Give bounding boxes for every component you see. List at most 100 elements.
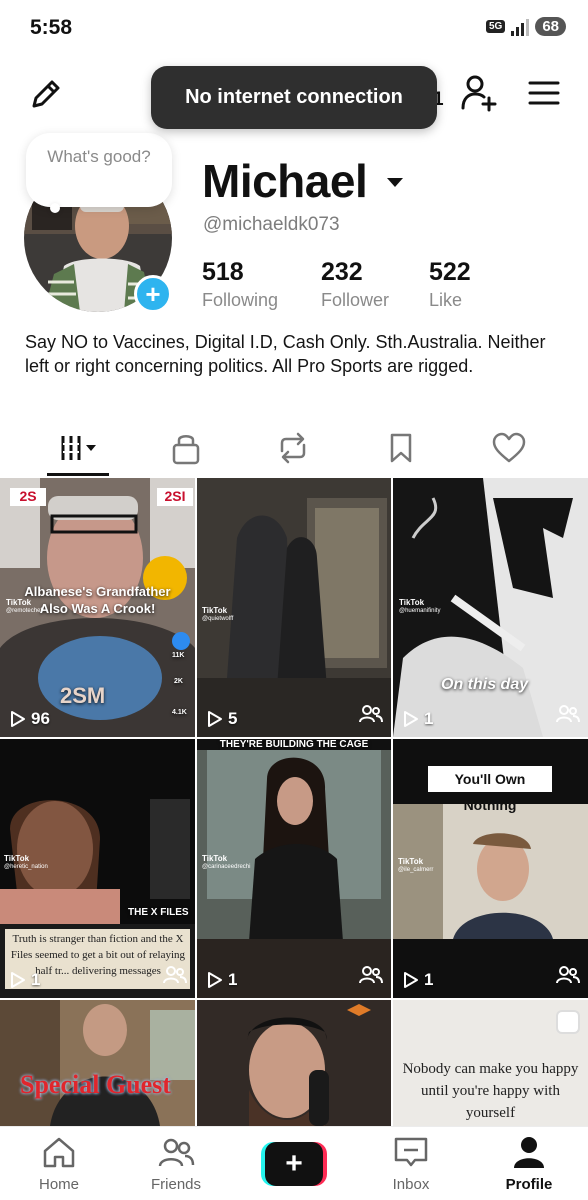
view-count: 1 <box>206 970 237 990</box>
following-stat[interactable]: 518 Following <box>202 258 278 311</box>
overlay-likes: 11K <box>172 652 185 659</box>
video-caption: You'll Own Nothing <box>428 766 552 813</box>
follower-count: 232 <box>321 258 363 286</box>
signal-icon <box>511 18 530 36</box>
channel-badge-right: 2SI <box>157 488 193 506</box>
tiktok-watermark: TikTok @ile_calmerr <box>398 857 434 873</box>
collab-icon <box>556 965 580 990</box>
note-bubble-tail <box>50 203 60 213</box>
nav-friends[interactable]: Friends <box>131 1135 221 1193</box>
repost-icon <box>280 432 306 464</box>
tab-videos[interactable] <box>53 428 103 468</box>
like-count: 522 <box>429 258 471 286</box>
tab-private[interactable] <box>161 428 211 468</box>
overlay-shares: 4.1K <box>172 709 187 716</box>
video-thumbnail[interactable]: Special Guest <box>0 1000 195 1126</box>
play-icon <box>11 711 25 727</box>
video-top-text: THEY'RE BUILDING THE CAGE <box>197 739 391 750</box>
tiktok-watermark: TikTok @quietwolff <box>202 606 234 622</box>
collab-icon <box>359 704 383 729</box>
pencil-icon[interactable] <box>26 74 66 114</box>
following-count: 518 <box>202 258 244 286</box>
nav-profile[interactable]: Profile <box>484 1135 574 1193</box>
inbox-icon <box>394 1137 428 1167</box>
play-icon <box>404 972 418 988</box>
video-emblem-text: 2SM <box>60 683 106 708</box>
account-switch-caret-icon[interactable] <box>387 178 403 187</box>
add-avatar-button[interactable]: + <box>134 275 172 313</box>
multi-photo-icon <box>558 1012 578 1032</box>
profile-name[interactable]: Michael <box>202 154 368 208</box>
following-label: Following <box>202 290 279 310</box>
overlay-comments: 2K <box>174 678 183 685</box>
play-icon <box>208 711 222 727</box>
plus-icon: + <box>265 1142 323 1186</box>
nav-inbox-label: Inbox <box>392 1176 430 1193</box>
lock-icon <box>172 435 200 465</box>
nav-profile-label: Profile <box>505 1176 553 1193</box>
video-caption: Nobody can make you happy until you're h… <box>402 1061 579 1121</box>
status-icons: 5G 68 <box>485 17 566 36</box>
follower-stat[interactable]: 232 Follower <box>321 258 389 311</box>
like-label: Like <box>429 290 463 310</box>
video-thumbnail[interactable]: TikTok @quietwolff 5 <box>197 478 391 737</box>
video-caption: On this day <box>441 676 529 693</box>
nav-friends-label: Friends <box>150 1176 202 1193</box>
view-count: 1 <box>9 970 40 990</box>
video-thumbnail[interactable] <box>197 1000 391 1126</box>
nav-home[interactable]: Home <box>14 1135 104 1193</box>
video-thumbnail[interactable]: You'll Own Nothing TikTok @ile_calmerr 1 <box>393 739 588 998</box>
bottom-nav: Home Friends + Inbox Profile <box>0 1126 588 1200</box>
home-icon <box>43 1137 75 1168</box>
tab-liked[interactable] <box>484 428 534 468</box>
view-count: 1 <box>402 709 433 729</box>
view-count: 96 <box>9 709 50 729</box>
video-thumbnail[interactable]: THEY'RE BUILDING THE CAGE TikTok @carinac… <box>197 739 391 998</box>
bookmark-icon <box>390 433 412 463</box>
tiktok-watermark: TikTok @heretic_nation <box>4 854 48 870</box>
like-stat[interactable]: 522 Like <box>429 258 471 311</box>
video-caption: Special Guest <box>20 1070 171 1099</box>
friends-icon <box>158 1138 195 1167</box>
tab-favorites[interactable] <box>376 428 426 468</box>
play-icon <box>11 972 25 988</box>
no-internet-toast: No internet connection <box>151 66 437 129</box>
nav-home-label: Home <box>38 1176 79 1193</box>
add-friend-icon[interactable] <box>458 72 500 114</box>
profile-handle: @michaeldk073 <box>203 214 340 235</box>
tiktok-watermark: TikTok @remotechef <box>6 598 43 614</box>
tiktok-watermark: TikTok @huemanifinity <box>399 598 441 614</box>
status-bar: 5:58 5G 68 <box>0 0 588 58</box>
profile-tabs <box>0 420 588 476</box>
nav-inbox[interactable]: Inbox <box>366 1135 456 1193</box>
tiktok-watermark: TikTok @carinaceedrechi <box>202 854 251 870</box>
profile-bio: Say NO to Vaccines, Digital I.D, Cash On… <box>25 332 546 376</box>
active-tab-indicator <box>47 473 109 476</box>
heart-icon <box>492 432 526 463</box>
hamburger-menu-icon[interactable] <box>526 74 562 110</box>
note-bubble[interactable]: What's good? <box>26 133 172 207</box>
play-icon <box>208 972 222 988</box>
video-thumbnail[interactable]: 2S 2SI Albanese's Grandfather Also Was A… <box>0 478 195 737</box>
view-count: 1 <box>402 970 433 990</box>
view-count: 5 <box>206 709 237 729</box>
battery-indicator: 68 <box>535 17 566 36</box>
video-thumbnail[interactable]: TikTok @heretic_nation THE X FILES Truth … <box>0 739 195 998</box>
video-thumbnail[interactable]: TikTok @huemanifinity On this day 1 <box>393 478 588 737</box>
network-type-badge: 5G <box>485 20 506 33</box>
collab-icon <box>359 965 383 990</box>
profile-icon <box>514 1137 544 1168</box>
channel-badge-left: 2S <box>10 488 46 506</box>
collab-icon <box>163 965 187 990</box>
like-icon <box>172 632 190 650</box>
video-thumbnail[interactable]: Nobody can make you happy until you're h… <box>393 1000 588 1126</box>
create-button[interactable]: + <box>261 1142 327 1186</box>
follower-label: Follower <box>321 290 390 310</box>
tab-reposts[interactable] <box>268 428 318 468</box>
status-time: 5:58 <box>30 16 73 39</box>
play-icon <box>404 711 418 727</box>
collab-icon <box>556 704 580 729</box>
video-grid: 2S 2SI Albanese's Grandfather Also Was A… <box>0 478 588 1126</box>
xfiles-logo: THE X FILES <box>128 907 189 918</box>
grid-columns-icon <box>61 436 96 460</box>
